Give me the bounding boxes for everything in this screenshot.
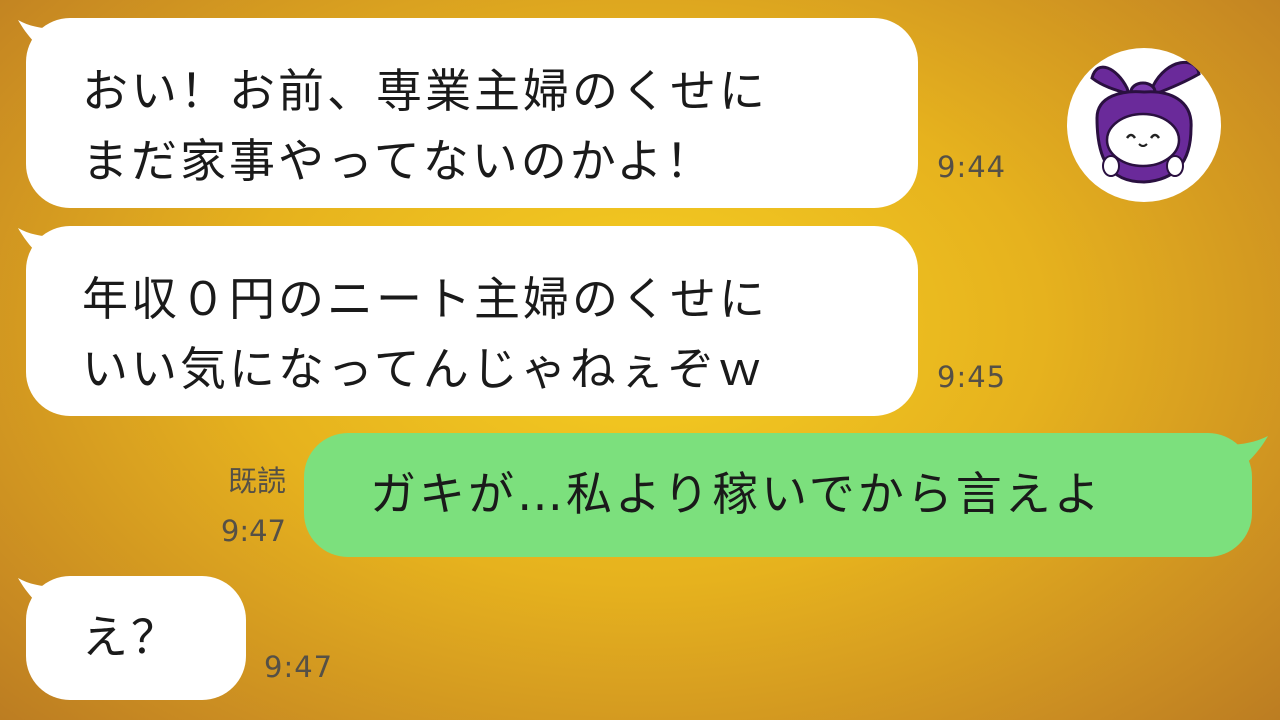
read-label: 既読 (227, 464, 286, 498)
bubble-tail (1216, 436, 1268, 478)
message-text: いい気になってんじゃねぇぞｗ (82, 342, 766, 396)
message-bubble-2[interactable]: 年収０円のニート主婦のくせに いい気になってんじゃねぇぞｗ (26, 226, 918, 416)
message-bubble-4[interactable]: え？ (26, 576, 246, 700)
message-text: ガキが…私より稼いでから言えよ (370, 467, 1103, 521)
message-bubble-1[interactable]: おい！お前、専業主婦のくせに まだ家事やってないのかよ！ (26, 18, 918, 208)
message-text: え？ (82, 610, 180, 664)
message-text: まだ家事やってないのかよ！ (82, 134, 715, 188)
timestamp: 9:44 (937, 150, 1007, 184)
read-receipt: 既読 9:47 (196, 462, 286, 550)
message-text: 年収０円のニート主婦のくせに (82, 272, 768, 326)
purple-furoshiki-character-icon (1090, 60, 1201, 184)
timestamp: 9:47 (264, 650, 334, 684)
timestamp: 9:47 (220, 514, 286, 548)
message-bubble-3[interactable]: ガキが…私より稼いでから言えよ (304, 433, 1252, 557)
timestamp: 9:45 (937, 360, 1007, 394)
avatar[interactable] (1067, 48, 1221, 202)
message-text: おい！お前、専業主婦のくせに (82, 64, 768, 118)
